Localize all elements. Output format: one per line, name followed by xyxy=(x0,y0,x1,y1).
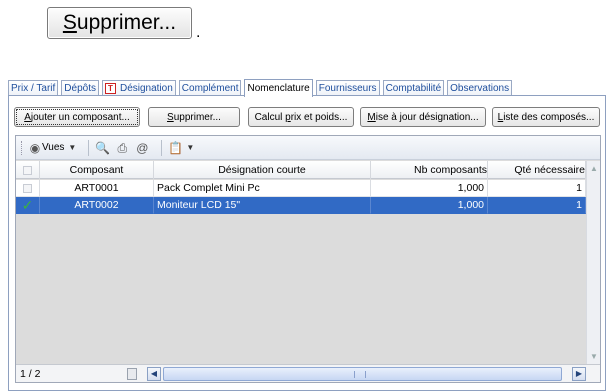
scroll-down-icon[interactable]: ▼ xyxy=(588,351,600,363)
tab-complement[interactable]: Complément xyxy=(178,80,242,96)
tab-depots[interactable]: Dépôts xyxy=(61,80,99,96)
toolbar-separator xyxy=(88,139,90,156)
row-checkbox[interactable]: ✓ xyxy=(16,197,40,214)
checkmark-icon: ✓ xyxy=(21,197,34,213)
cell-qte: 1 xyxy=(488,180,586,197)
compute-price-weight-button[interactable]: Calcul p rix et poids... xyxy=(248,107,354,127)
cell-nb: 1,000 xyxy=(371,197,488,214)
supprimer-highlight-button[interactable]: Supprimer... xyxy=(47,7,192,39)
grid-toolbar: ◉ Vues ▼ 🔍 ⎙ @ 📋 ▼ xyxy=(16,136,600,160)
clipboard-dropdown[interactable]: 📋 ▼ xyxy=(168,141,194,155)
column-header-qte[interactable]: Qté nécessaire xyxy=(488,161,586,179)
views-dropdown[interactable]: ◉ Vues ▼ xyxy=(28,140,77,155)
cell-designation: Pack Complet Mini Pc xyxy=(154,180,371,197)
list-assemblies-button[interactable]: Liste des composés... xyxy=(492,107,600,127)
cell-composant: ART0001 xyxy=(40,180,154,197)
print-icon[interactable]: ⎙ xyxy=(115,141,129,155)
clipboard-icon: 📋 xyxy=(168,140,184,155)
grid-status-bar: 1 / 2 ◀ ▶ xyxy=(16,364,600,382)
column-header-designation[interactable]: Désignation courte xyxy=(154,161,371,179)
splitter-handle[interactable] xyxy=(127,368,137,380)
scroll-left-icon[interactable]: ◀ xyxy=(147,367,161,381)
add-component-button[interactable]: Ajouter un composant... xyxy=(14,107,140,127)
tab-bar: Prix / Tarif Dépôts T Désignation Complém… xyxy=(8,78,515,97)
tab-nomenclature[interactable]: Nomenclature xyxy=(244,79,313,97)
cell-composant: ART0002 xyxy=(40,197,154,214)
chevron-down-icon: ▼ xyxy=(68,143,77,152)
toolbar-separator xyxy=(161,139,163,156)
horizontal-scroll-thumb[interactable] xyxy=(163,367,562,381)
row-checkbox[interactable] xyxy=(16,180,40,197)
cell-nb: 1,000 xyxy=(371,180,488,197)
tab-fournisseurs[interactable]: Fournisseurs xyxy=(315,80,380,96)
page-indicator: 1 / 2 xyxy=(20,368,41,380)
grid-header: Composant Désignation courte Nb composan… xyxy=(16,161,600,179)
tab-prix-tarif[interactable]: Prix / Tarif xyxy=(8,80,59,96)
scroll-right-icon[interactable]: ▶ xyxy=(572,367,586,381)
email-icon[interactable]: @ xyxy=(135,141,149,155)
cell-designation: Moniteur LCD 15" xyxy=(154,197,371,214)
tab-designation[interactable]: T Désignation xyxy=(101,80,176,96)
tab-comptabilite[interactable]: Comptabilité xyxy=(382,80,445,96)
eye-icon: ◉ xyxy=(29,140,41,155)
column-header-composant[interactable]: Composant xyxy=(40,161,154,179)
delete-button[interactable]: Supprimer... xyxy=(148,107,240,127)
table-row-selected[interactable]: ✓ ART0002 Moniteur LCD 15" 1,000 1 xyxy=(16,197,600,214)
vertical-scrollbar[interactable]: ▲ ▼ xyxy=(586,161,600,365)
toolbar-grip xyxy=(21,140,24,155)
table-row[interactable]: ART0001 Pack Complet Mini Pc 1,000 1 xyxy=(16,180,600,197)
chevron-down-icon: ▼ xyxy=(186,143,195,152)
select-all-checkbox[interactable] xyxy=(16,161,40,179)
scroll-up-icon[interactable]: ▲ xyxy=(588,163,600,175)
print-preview-icon[interactable]: 🔍 xyxy=(95,141,110,155)
period-mark: . xyxy=(196,24,201,41)
column-header-nb-composants[interactable]: Nb composants xyxy=(371,161,488,179)
components-grid: ◉ Vues ▼ 🔍 ⎙ @ 📋 ▼ Composant Désignation… xyxy=(15,135,601,383)
cell-qte: 1 xyxy=(488,197,586,214)
red-t-icon: T xyxy=(104,83,116,94)
tab-observations[interactable]: Observations xyxy=(447,80,513,96)
update-designation-button[interactable]: Mise à jour désignation... xyxy=(360,107,486,127)
